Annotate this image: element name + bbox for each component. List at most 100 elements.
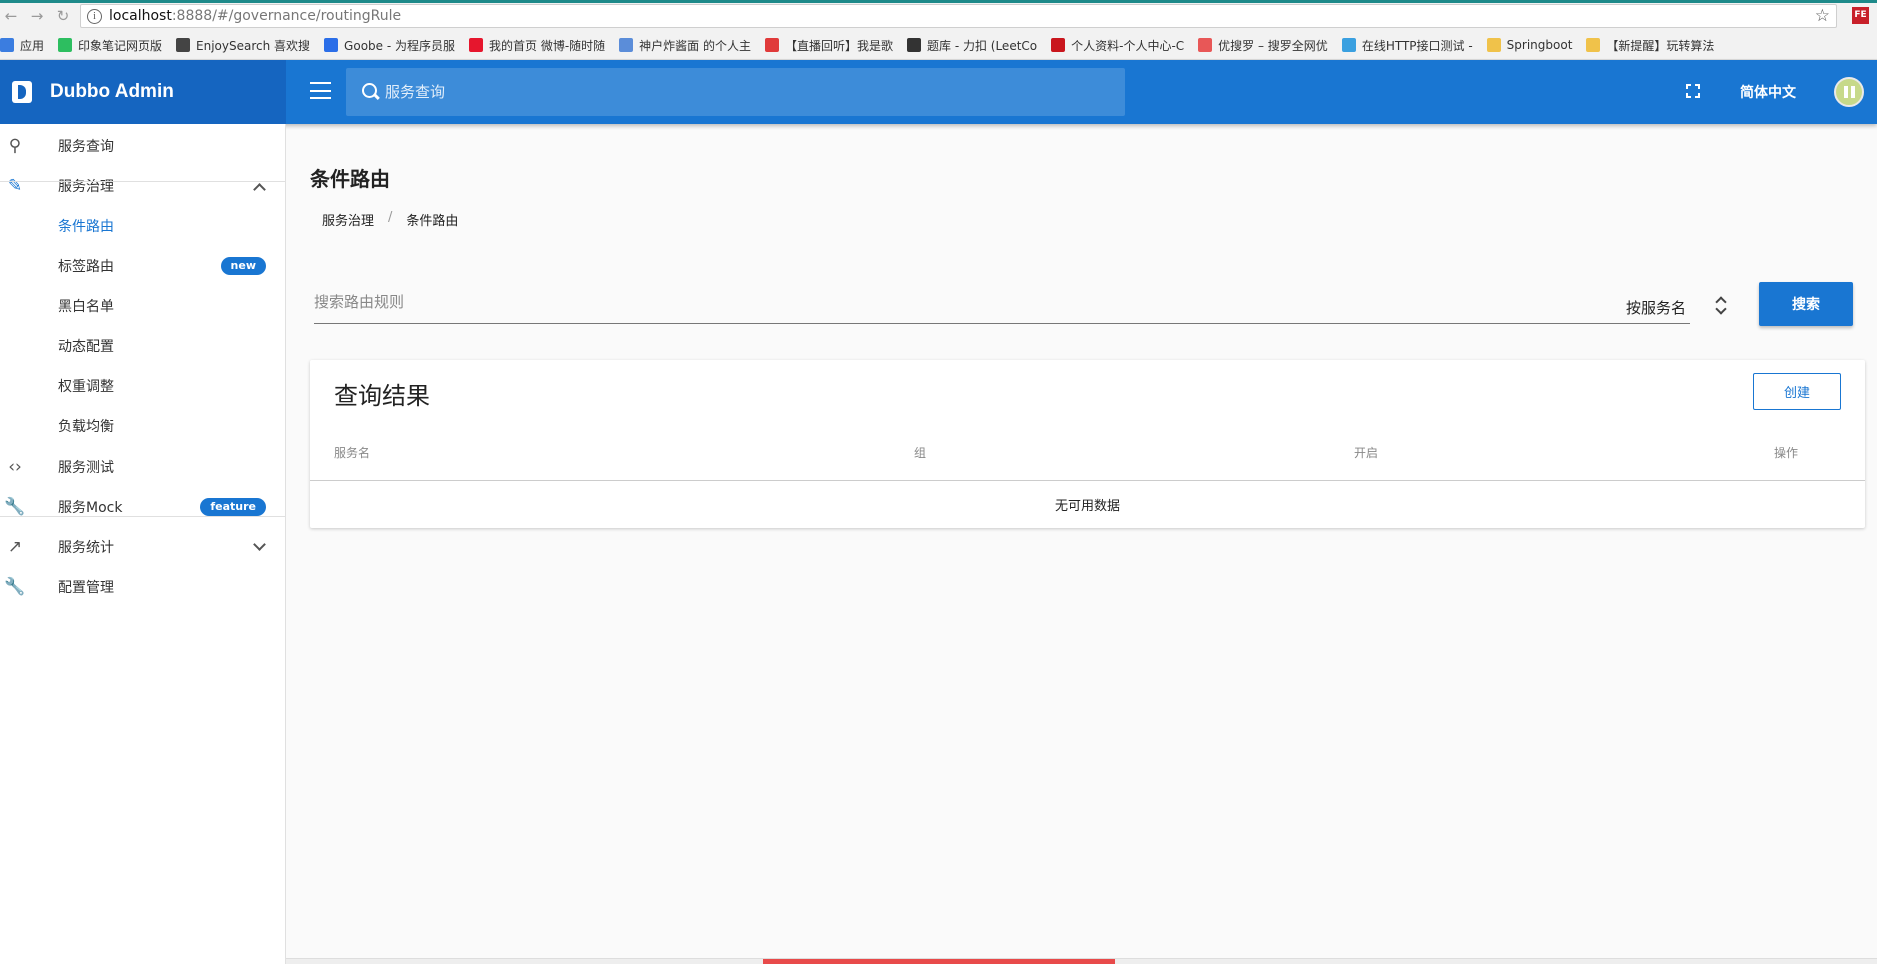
search-icon: ⚲ <box>8 136 22 156</box>
route-rule-filter[interactable] <box>314 285 1690 324</box>
bookmark-star-icon[interactable]: ☆ <box>1815 6 1830 26</box>
extension-icon[interactable]: FE <box>1852 7 1869 24</box>
horizontal-scrollbar[interactable] <box>286 958 1877 964</box>
column-header-enabled[interactable]: 开启 <box>1354 444 1378 461</box>
results-title: 查询结果 <box>334 382 430 410</box>
language-switch[interactable]: 简体中文 <box>1740 82 1796 102</box>
bookmark-item[interactable]: 优搜罗 – 搜罗全网优 <box>1198 37 1328 54</box>
reload-icon[interactable]: ↻ <box>54 7 72 25</box>
bookmark-label: 【新提醒】玩转算法 <box>1606 38 1715 53</box>
bookmark-label: 【直播回听】我是歌 <box>784 38 893 53</box>
fullscreen-icon[interactable] <box>1686 84 1700 98</box>
bookmark-label: 题库 - 力扣 (LeetCo <box>927 38 1038 53</box>
bookmark-item[interactable]: 我的首页 微博-随时随 <box>469 37 605 54</box>
sidebar-item-weight[interactable]: 权重调整 <box>0 366 286 406</box>
ting-icon <box>764 38 779 52</box>
apps-grid-icon <box>0 38 14 52</box>
sidebar-divider <box>0 181 286 182</box>
scrollbar-thumb[interactable] <box>763 959 1115 964</box>
sidebar-item-label: 权重调整 <box>58 379 114 395</box>
wrench-icon: 🔧 <box>4 577 26 597</box>
bookmark-item[interactable]: 神户炸酱面 的个人主 <box>619 37 751 54</box>
column-header-actions: 操作 <box>1774 446 1799 460</box>
sidebar-badge: feature <box>200 498 266 516</box>
bookmark-item[interactable]: Springboot <box>1486 38 1572 52</box>
empty-state-text: 无可用数据 <box>1054 499 1120 514</box>
sidebar-item-tag-route[interactable]: 标签路由 new <box>0 246 286 286</box>
sidebar-item-label: 标签路由 <box>58 259 114 275</box>
sidebar-item-service-search[interactable]: ⚲ 服务查询 <box>0 126 286 166</box>
bookmark-item[interactable]: EnjoySearch 喜欢搜 <box>176 37 310 54</box>
chevron-up-icon[interactable] <box>253 182 266 196</box>
column-header-group[interactable]: 组 <box>914 444 926 461</box>
window-top-line <box>0 0 1877 3</box>
bookmark-label: 应用 <box>20 38 45 53</box>
search-button[interactable]: 搜索 <box>1759 282 1853 326</box>
bookmark-item[interactable]: 在线HTTP接口测试 - <box>1341 37 1473 54</box>
unfold-icon[interactable] <box>1715 294 1727 316</box>
info-icon[interactable]: i <box>87 8 102 24</box>
route-rule-search-input[interactable] <box>314 293 1414 311</box>
sidebar-item-dynamic-config[interactable]: 动态配置 <box>0 326 286 366</box>
breadcrumb-separator: / <box>388 210 393 225</box>
bookmark-item[interactable]: 【新提醒】玩转算法 <box>1586 37 1714 54</box>
create-button[interactable]: 创建 <box>1753 373 1841 410</box>
sidebar-item-condition-route[interactable]: 条件路由 <box>0 206 286 246</box>
browser-chrome: ← → ↻ i localhost:8888/#/governance/rout… <box>0 0 1877 60</box>
sidebar-divider <box>0 516 286 517</box>
sidebar-item-label: 服务Mock <box>58 500 123 516</box>
sidebar-item-label: 服务统计 <box>58 540 114 556</box>
sidebar: ⚲ 服务查询 ✎ 服务治理条件路由标签路由 new 黑白名单动态配置权重调整负载均衡 ‹› 服… <box>0 124 286 964</box>
search-icon <box>362 82 381 102</box>
avatar[interactable] <box>1834 77 1864 107</box>
forward-icon[interactable]: → <box>28 7 46 25</box>
bookmark-item[interactable]: 印象笔记网页版 <box>58 37 162 54</box>
back-icon[interactable]: ← <box>2 7 20 25</box>
infinity-icon <box>176 38 191 52</box>
chevron-down-icon[interactable] <box>253 537 266 551</box>
brand[interactable]: Dubbo Admin <box>0 60 286 124</box>
bookmark-item[interactable]: 题库 - 力扣 (LeetCo <box>907 37 1037 54</box>
sidebar-item-label: 负载均衡 <box>58 419 114 435</box>
bookmark-label: 在线HTTP接口测试 - <box>1361 38 1473 53</box>
breadcrumb-item-current: 条件路由 <box>406 214 459 229</box>
browser-nav-buttons: ← → ↻ <box>2 7 72 25</box>
sidebar-item-label: 动态配置 <box>58 339 114 355</box>
circle-icon <box>1341 38 1356 52</box>
hamburger-menu-icon[interactable] <box>310 82 331 99</box>
folder-icon <box>1486 38 1501 52</box>
csdn-icon <box>1051 38 1066 52</box>
sidebar-item-label: 服务查询 <box>58 139 114 155</box>
code-icon: ‹› <box>8 457 22 477</box>
sidebar-item-label: 黑白名单 <box>58 299 114 315</box>
bookmark-item[interactable]: 应用 <box>0 37 44 54</box>
column-header-service[interactable]: 服务名 <box>334 444 370 461</box>
url-host: localhost <box>109 8 172 24</box>
sidebar-item-load-balance[interactable]: 负载均衡 <box>0 406 286 446</box>
global-search[interactable] <box>346 68 1125 116</box>
bookmark-item[interactable]: 【直播回听】我是歌 <box>764 37 893 54</box>
bookmark-label: EnjoySearch 喜欢搜 <box>196 38 311 53</box>
sidebar-item-label: 服务测试 <box>58 460 114 476</box>
table-header-divider <box>310 480 1865 481</box>
sidebar-item-blackwhite-list[interactable]: 黑白名单 <box>0 286 286 326</box>
breadcrumb-item-governance[interactable]: 服务治理 <box>322 210 374 229</box>
sidebar-item-config-mgmt[interactable]: 🔧 配置管理 <box>0 567 286 607</box>
bookmark-item[interactable]: 个人资料-个人中心-C <box>1051 37 1184 54</box>
address-bar[interactable]: i localhost:8888/#/governance/routingRul… <box>80 4 1837 28</box>
breadcrumb: 服务治理 / 条件路由 <box>322 210 458 229</box>
bookmark-item[interactable]: Goobe - 为程序员服 <box>324 37 455 54</box>
bookmark-label: 神户炸酱面 的个人主 <box>639 38 751 53</box>
global-search-input[interactable] <box>385 83 1105 101</box>
note-icon <box>1586 38 1601 52</box>
bookmark-label: 我的首页 微博-随时随 <box>489 38 606 53</box>
sidebar-item-service-test[interactable]: ‹› 服务测试 <box>0 447 286 487</box>
filter-type-select[interactable]: 按服务名 <box>1626 297 1686 318</box>
sidebar-item-service-mock[interactable]: 🔧 服务Mock feature <box>0 487 286 527</box>
sidebar-item-service-stats[interactable]: ↗ 服务统计 <box>0 527 286 567</box>
url-path: :8888/#/governance/routingRule <box>171 8 402 24</box>
goobe-icon <box>324 38 339 52</box>
sidebar-item-label: 条件路由 <box>58 219 114 235</box>
bookmark-label: Goobe - 为程序员服 <box>344 38 455 53</box>
sidebar-item-governance[interactable]: ✎ 服务治理 <box>0 166 286 206</box>
